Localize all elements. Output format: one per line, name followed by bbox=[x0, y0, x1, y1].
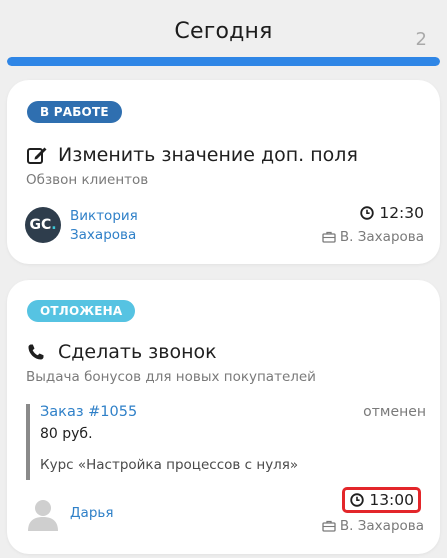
deal-link[interactable]: Заказ #1055 bbox=[40, 404, 137, 420]
avatar-initials-accent: . bbox=[51, 217, 57, 233]
briefcase-icon bbox=[322, 520, 336, 532]
avatar-initials: GC bbox=[29, 217, 52, 233]
linked-deal: Заказ #1055 отменен 80 руб. Курс «Настро… bbox=[26, 404, 426, 480]
briefcase-icon bbox=[322, 231, 336, 243]
edit-icon bbox=[26, 144, 48, 166]
task-time: 13:00 bbox=[342, 487, 421, 513]
task-subtitle: Выдача бонусов для новых покупателей bbox=[26, 369, 316, 385]
task-subtitle: Обзвон клиентов bbox=[26, 172, 149, 188]
task-column: Сегодня 2 В РАБОТЕ Изменить значение доп… bbox=[0, 0, 447, 558]
task-assignee-name: В. Захарова bbox=[339, 229, 424, 245]
task-assignee: В. Захарова bbox=[322, 229, 424, 245]
column-title: Сегодня bbox=[174, 19, 273, 44]
task-time: 12:30 bbox=[360, 204, 424, 222]
task-title: Сделать звонок bbox=[58, 341, 217, 363]
task-title-row[interactable]: Изменить значение доп. поля bbox=[26, 144, 358, 166]
task-title: Изменить значение доп. поля bbox=[58, 144, 358, 166]
clock-icon bbox=[360, 206, 375, 220]
column-progress-bar bbox=[7, 57, 440, 66]
person-last-name: Захарова bbox=[70, 227, 137, 243]
person-name-link[interactable]: Дарья bbox=[70, 504, 113, 523]
task-time-value: 13:00 bbox=[369, 491, 414, 509]
task-card[interactable]: ОТЛОЖЕНА Сделать звонок Выдача бонусов д… bbox=[7, 280, 440, 554]
task-title-row[interactable]: Сделать звонок bbox=[26, 341, 217, 363]
clock-icon bbox=[350, 493, 365, 507]
task-assignee: В. Захарова bbox=[322, 518, 424, 534]
avatar[interactable]: GC. bbox=[25, 207, 61, 243]
status-badge: В РАБОТЕ bbox=[27, 101, 122, 123]
deal-course: Курс «Настройка процессов с нуля» bbox=[40, 457, 299, 473]
status-badge: ОТЛОЖЕНА bbox=[27, 300, 136, 322]
phone-icon bbox=[26, 341, 48, 363]
user-placeholder-icon[interactable] bbox=[25, 496, 61, 532]
person-first-name: Виктория bbox=[70, 208, 138, 224]
column-progress-fill bbox=[7, 57, 440, 66]
task-time-value: 12:30 bbox=[379, 204, 424, 222]
deal-amount: 80 руб. bbox=[40, 426, 93, 442]
column-count: 2 bbox=[415, 29, 427, 50]
task-time-highlight: 13:00 bbox=[342, 487, 421, 513]
deal-status: отменен bbox=[363, 404, 426, 420]
person-name-link[interactable]: Виктория Захарова bbox=[70, 207, 138, 245]
task-card[interactable]: В РАБОТЕ Изменить значение доп. поля Обз… bbox=[7, 80, 440, 264]
column-header: Сегодня 2 bbox=[0, 0, 447, 70]
task-assignee-name: В. Захарова bbox=[339, 518, 424, 534]
